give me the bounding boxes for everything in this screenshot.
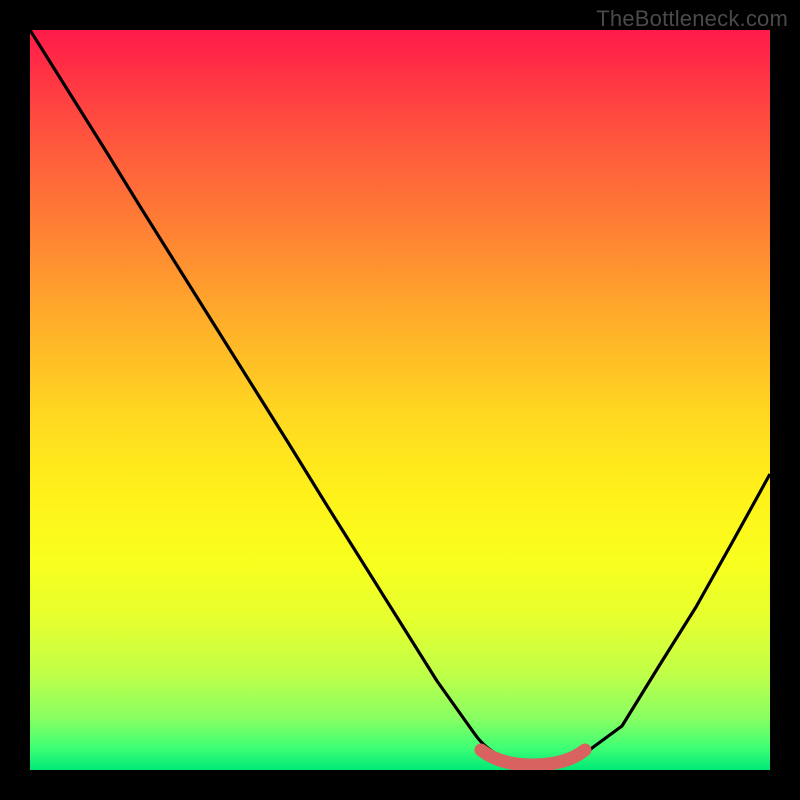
plot-area <box>30 30 770 770</box>
chart-container: TheBottleneck.com <box>0 0 800 800</box>
watermark-text: TheBottleneck.com <box>596 6 788 32</box>
sweet-spot-segment <box>481 750 585 765</box>
curve-layer <box>30 30 770 770</box>
bottleneck-curve <box>30 30 770 764</box>
